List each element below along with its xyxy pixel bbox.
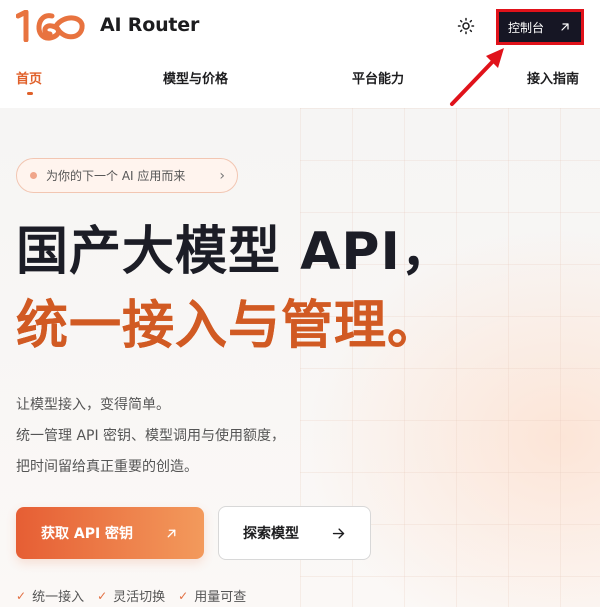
check-icon: ✓ <box>16 588 27 603</box>
nav-item-models-pricing[interactable]: 模型与价格 <box>163 68 228 87</box>
explore-models-button[interactable]: 探索模型 <box>218 506 371 560</box>
description-line: 让模型接入，变得简单。 <box>16 397 170 413</box>
explore-models-label: 探索模型 <box>243 526 299 542</box>
hero-description: 让模型接入，变得简单。 统一管理 API 密钥、模型调用与使用额度， 把时间留给… <box>16 390 285 483</box>
theme-toggle-button[interactable] <box>454 14 478 38</box>
nav-item-home[interactable]: 首页 <box>16 68 42 87</box>
feature-item: ✓ 用量可查 <box>178 586 247 606</box>
brand-name[interactable]: AI Router <box>100 14 199 36</box>
get-api-key-button[interactable]: 获取 API 密钥 <box>16 507 204 559</box>
pill-text: 为你的下一个 AI 应用而来 <box>46 169 186 183</box>
check-icon: ✓ <box>178 588 189 603</box>
check-icon: ✓ <box>97 588 108 603</box>
arrow-right-icon <box>332 527 345 539</box>
chevron-right-icon: › <box>219 167 225 184</box>
feature-label: 灵活切换 <box>113 590 166 605</box>
console-button-label: 控制台 <box>508 20 545 35</box>
nav-active-indicator <box>27 92 33 95</box>
description-line: 统一管理 API 密钥、模型调用与使用额度， <box>16 428 286 444</box>
sun-icon <box>457 17 475 35</box>
description-line: 把时间留给真正重要的创造。 <box>16 459 198 475</box>
feature-list: ✓ 统一接入 ✓ 灵活切换 ✓ 用量可查 <box>16 586 247 606</box>
nav-item-guide[interactable]: 接入指南 <box>527 68 579 87</box>
feature-item: ✓ 灵活切换 <box>97 586 166 606</box>
hero-section: 为你的下一个 AI 应用而来 › 国产大模型 API， 统一接入与管理。 让模型… <box>0 108 600 607</box>
get-api-key-label: 获取 API 密钥 <box>41 526 134 542</box>
hero-title-line-2: 统一接入与管理。 <box>16 296 441 356</box>
pill-dot <box>30 172 37 179</box>
nav-item-platform[interactable]: 平台能力 <box>352 68 404 87</box>
feature-label: 用量可查 <box>194 590 247 605</box>
hero-title-line-1: 国产大模型 API， <box>16 222 454 282</box>
feature-label: 统一接入 <box>32 590 85 605</box>
feature-item: ✓ 统一接入 <box>16 586 85 606</box>
arrow-up-right-icon <box>561 23 569 31</box>
announcement-pill[interactable]: 为你的下一个 AI 应用而来 › <box>16 158 238 193</box>
arrow-up-right-icon <box>167 529 176 537</box>
annotation-arrow <box>450 48 504 106</box>
brand-logo[interactable] <box>16 10 86 42</box>
